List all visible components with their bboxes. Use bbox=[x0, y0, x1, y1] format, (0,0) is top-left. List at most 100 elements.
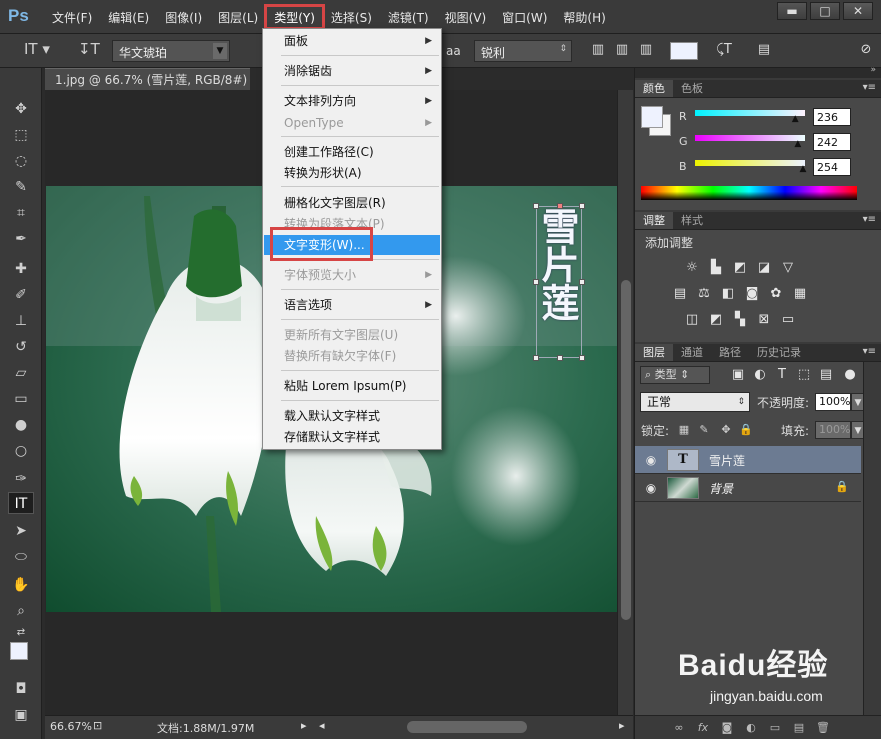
menu-select[interactable]: 选择(S) bbox=[323, 6, 380, 28]
zoom-level[interactable]: 66.67% bbox=[50, 720, 92, 733]
menu-item-rasterize-type-layer[interactable]: 栅格化文字图层(R) bbox=[264, 193, 440, 213]
menu-item-save-default-type-styles[interactable]: 存储默认文字样式 bbox=[264, 427, 440, 447]
scroll-thumb[interactable] bbox=[621, 280, 631, 620]
tab-channels[interactable]: 通道 bbox=[673, 344, 711, 361]
menu-item-panels[interactable]: 面板 ▶ bbox=[264, 31, 440, 51]
dodge-tool-icon[interactable]: ○ bbox=[8, 440, 34, 462]
healing-brush-tool-icon[interactable]: ✚ bbox=[8, 258, 34, 280]
scroll-left-icon[interactable]: ◂ bbox=[319, 719, 325, 732]
selective-color-icon[interactable]: ⊠ bbox=[755, 312, 773, 328]
filter-shape-icon[interactable]: ⬚ bbox=[795, 367, 813, 383]
document-tab[interactable]: 1.jpg @ 66.7% (雪片莲, RGB/8#) * × bbox=[45, 68, 250, 109]
font-family-select[interactable]: 华文琥珀 ▼ bbox=[112, 40, 230, 62]
brightness-icon[interactable]: ☼ bbox=[683, 260, 701, 276]
warp-text-icon[interactable]: ⤹T bbox=[714, 40, 734, 60]
text-layer-bounds[interactable]: 雪片莲 bbox=[533, 203, 585, 361]
invert-icon[interactable]: ◫ bbox=[683, 312, 701, 328]
quick-mask-icon[interactable]: ◘ bbox=[8, 678, 34, 700]
swap-colors-icon[interactable]: ⇄ bbox=[8, 622, 34, 644]
menu-edit[interactable]: 编辑(E) bbox=[100, 6, 157, 28]
eye-icon[interactable]: ◉ bbox=[643, 480, 659, 496]
blue-slider[interactable]: ▲ bbox=[695, 160, 806, 174]
ellipse-tool-icon[interactable]: ⬭ bbox=[8, 546, 34, 568]
marquee-tool-icon[interactable]: ⬚ bbox=[8, 124, 34, 146]
foreground-swatch[interactable] bbox=[641, 106, 663, 128]
link-layers-icon[interactable]: ∞ bbox=[671, 720, 687, 736]
menu-type[interactable]: 类型(Y) bbox=[264, 4, 325, 30]
transform-handle[interactable] bbox=[533, 279, 539, 285]
lock-position-icon[interactable]: ✥ bbox=[719, 423, 733, 437]
gradient-tool-icon[interactable]: ▭ bbox=[8, 388, 34, 410]
transform-handle[interactable] bbox=[533, 203, 539, 209]
green-value[interactable]: 242 bbox=[813, 133, 851, 151]
eraser-tool-icon[interactable]: ▱ bbox=[8, 362, 34, 384]
add-mask-icon[interactable]: ◙ bbox=[719, 720, 735, 736]
path-select-tool-icon[interactable]: ➤ bbox=[8, 520, 34, 542]
clone-stamp-tool-icon[interactable]: ⊥ bbox=[8, 310, 34, 332]
layer-filter-select[interactable]: ⌕ 类型 ⇕ bbox=[640, 366, 710, 384]
cancel-icon[interactable]: ⊘ bbox=[856, 40, 876, 60]
new-layer-icon[interactable]: ▤ bbox=[791, 720, 807, 736]
layer-style-icon[interactable]: fx bbox=[695, 720, 711, 736]
quick-select-tool-icon[interactable]: ✎ bbox=[8, 176, 34, 198]
layer-row[interactable]: ◉ T 雪片莲 bbox=[635, 446, 861, 474]
channel-mixer-icon[interactable]: ✿ bbox=[767, 286, 785, 302]
zoom-tool-icon[interactable]: ⌕ bbox=[8, 600, 34, 622]
transform-handle[interactable] bbox=[557, 203, 563, 209]
character-panel-icon[interactable]: ▤ bbox=[754, 40, 774, 60]
layer-name[interactable]: 雪片莲 bbox=[709, 452, 745, 469]
menu-item-text-orientation[interactable]: 文本排列方向 ▶ bbox=[264, 91, 440, 111]
lasso-tool-icon[interactable]: ◌ bbox=[8, 150, 34, 172]
photo-filter-icon[interactable]: ◙ bbox=[743, 286, 761, 302]
eye-icon[interactable]: ◉ bbox=[643, 452, 659, 468]
collapse-panels-icon[interactable]: » bbox=[870, 65, 876, 75]
menu-layer[interactable]: 图层(L) bbox=[210, 6, 266, 28]
gradient-map-icon[interactable]: ▭ bbox=[779, 312, 797, 328]
new-adjustment-layer-icon[interactable]: ◐ bbox=[743, 720, 759, 736]
menu-file[interactable]: 文件(F) bbox=[44, 6, 100, 28]
transform-handle[interactable] bbox=[557, 355, 563, 361]
align-center-icon[interactable]: ▥ bbox=[612, 40, 632, 60]
type-tool-icon[interactable]: ⅠT bbox=[8, 492, 34, 514]
opacity-input[interactable]: 100% bbox=[815, 393, 851, 411]
maximize-button[interactable]: □ bbox=[810, 2, 840, 20]
menu-item-paste-lorem-ipsum[interactable]: 粘贴 Lorem Ipsum(P) bbox=[264, 376, 440, 396]
filter-smart-object-icon[interactable]: ▤ bbox=[817, 367, 835, 383]
menu-view[interactable]: 视图(V) bbox=[437, 6, 495, 28]
tab-swatches[interactable]: 色板 bbox=[673, 80, 711, 97]
panel-menu-icon[interactable]: ▾≡ bbox=[863, 214, 876, 225]
tab-layers[interactable]: 图层 bbox=[635, 344, 673, 361]
horizontal-scroll-thumb[interactable] bbox=[407, 721, 527, 733]
menu-item-load-default-type-styles[interactable]: 载入默认文字样式 bbox=[264, 406, 440, 426]
color-spectrum[interactable] bbox=[641, 186, 857, 200]
red-slider[interactable]: ▲ bbox=[695, 110, 805, 124]
tab-history[interactable]: 历史记录 bbox=[749, 344, 809, 361]
fill-input[interactable]: 100% bbox=[815, 421, 851, 439]
align-top-icon[interactable]: ▥ bbox=[588, 40, 608, 60]
history-brush-tool-icon[interactable]: ↺ bbox=[8, 336, 34, 358]
toggle-text-orientation-icon[interactable]: ↧T bbox=[78, 40, 100, 62]
menu-window[interactable]: 窗口(W) bbox=[494, 6, 555, 28]
panel-collapse-bar[interactable]: » bbox=[635, 65, 881, 78]
menu-filter[interactable]: 滤镜(T) bbox=[380, 6, 437, 28]
filter-type-icon[interactable]: T bbox=[773, 367, 791, 383]
tab-styles[interactable]: 样式 bbox=[673, 212, 711, 229]
minimize-button[interactable]: ▬ bbox=[777, 2, 807, 20]
pen-tool-icon[interactable]: ✑ bbox=[8, 468, 34, 490]
trash-icon[interactable]: 🗑 bbox=[815, 720, 831, 736]
curves-icon[interactable]: ◩ bbox=[731, 260, 749, 276]
blur-tool-icon[interactable]: ● bbox=[8, 414, 34, 436]
new-group-icon[interactable]: ▭ bbox=[767, 720, 783, 736]
tab-adjustments[interactable]: 调整 bbox=[635, 212, 673, 229]
blue-value[interactable]: 254 bbox=[813, 158, 851, 176]
color-lookup-icon[interactable]: ▦ bbox=[791, 286, 809, 302]
menu-item-create-work-path[interactable]: 创建工作路径(C) bbox=[264, 142, 440, 162]
text-color-swatch[interactable] bbox=[670, 42, 698, 60]
status-export-icon[interactable]: ⊡ bbox=[93, 719, 102, 732]
move-tool-icon[interactable]: ✥ bbox=[8, 98, 34, 120]
crop-tool-icon[interactable]: ⌗ bbox=[8, 202, 34, 224]
hand-tool-icon[interactable]: ✋ bbox=[8, 574, 34, 596]
align-bottom-icon[interactable]: ▥ bbox=[636, 40, 656, 60]
menu-item-update-all-text-layers[interactable]: 更新所有文字图层(U) bbox=[264, 325, 440, 345]
panel-menu-icon[interactable]: ▾≡ bbox=[863, 346, 876, 357]
